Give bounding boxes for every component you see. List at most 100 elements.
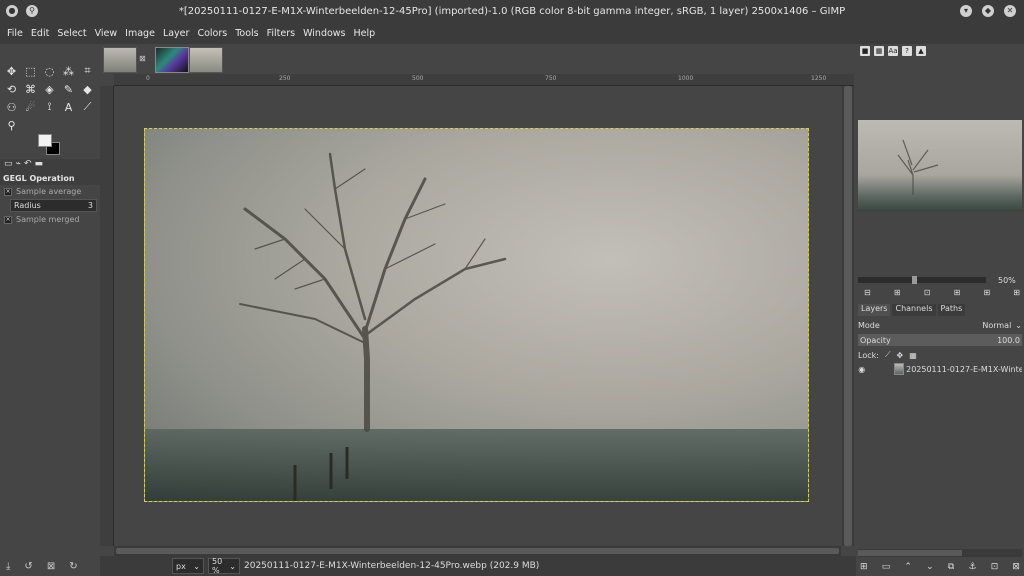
vertical-scroll-thumb[interactable]: [844, 86, 852, 546]
menu-tools[interactable]: Tools: [232, 24, 261, 44]
mode-value[interactable]: Normal: [982, 321, 1011, 330]
color-picker-tool-icon[interactable]: ⟋: [78, 98, 97, 116]
anchor-layer-icon[interactable]: ⚓: [968, 562, 976, 572]
zoom-fit-icon[interactable]: ⊞: [954, 288, 961, 297]
image-tab-3-thumbnail[interactable]: [189, 47, 223, 73]
zoom-out-icon[interactable]: ⊟: [864, 288, 871, 297]
crop-tool-icon[interactable]: ⌗: [78, 62, 97, 80]
navigation-zoom-slider[interactable]: [858, 276, 986, 284]
tab-layers[interactable]: Layers: [858, 304, 891, 316]
delete-layer-icon[interactable]: ⊠: [1012, 562, 1020, 572]
menu-select[interactable]: Select: [54, 24, 89, 44]
canvas[interactable]: [114, 86, 841, 546]
paintbrush-tool-icon[interactable]: ✎: [59, 80, 78, 98]
ruler-label: 750: [545, 75, 557, 82]
raise-layer-icon[interactable]: ⌃: [904, 562, 912, 572]
menu-image[interactable]: Image: [122, 24, 158, 44]
zoom-tool-icon[interactable]: ⚲: [2, 116, 21, 134]
restore-options-icon[interactable]: ↺: [24, 561, 32, 572]
menu-filters[interactable]: Filters: [264, 24, 298, 44]
horizontal-ruler[interactable]: 0 250 500 750 1000 1250: [114, 74, 854, 86]
zoom-in-icon[interactable]: ⊞: [894, 288, 901, 297]
image-tab-2-thumbnail[interactable]: [155, 47, 189, 73]
lock-alpha-icon[interactable]: ▦: [909, 351, 917, 360]
lock-label: Lock:: [858, 350, 879, 360]
new-layer-group-icon[interactable]: ▭: [882, 562, 891, 572]
close-icon[interactable]: ✕: [1004, 5, 1016, 17]
image-canvas-photo[interactable]: [144, 128, 809, 502]
vertical-scrollbar[interactable]: [842, 86, 854, 546]
text-tool-icon[interactable]: A: [59, 98, 78, 116]
tab-paths[interactable]: Paths: [937, 304, 966, 316]
radius-spinbox[interactable]: Radius 3: [10, 199, 97, 212]
add-mask-icon[interactable]: ⊡: [991, 562, 999, 572]
title-bar: ● ⚲ *[20250111-0127-E-M1X-Winterbeelden-…: [0, 0, 1024, 24]
sample-average-row[interactable]: × Sample average: [0, 185, 100, 198]
transform-tool-icon[interactable]: ⟲: [2, 80, 21, 98]
bucket-fill-tool-icon[interactable]: ◈: [40, 80, 59, 98]
new-layer-icon[interactable]: ⊞: [860, 562, 868, 572]
zoom-100-icon[interactable]: ⊡: [924, 288, 931, 297]
warp-tool-icon[interactable]: ⌘: [21, 80, 40, 98]
zoom-fill-icon[interactable]: ⊞: [983, 288, 990, 297]
minimize-icon[interactable]: ▾: [960, 5, 972, 17]
foreground-color-swatch[interactable]: [38, 134, 52, 147]
tool-options-title: GEGL Operation: [0, 172, 100, 185]
image-tab-close-icon[interactable]: ⊠: [139, 54, 146, 63]
menu-edit[interactable]: Edit: [28, 24, 52, 44]
image-tab-1-thumbnail[interactable]: [103, 47, 137, 73]
layers-dock-tabs: Layers Channels Paths: [856, 304, 1024, 316]
reset-options-icon[interactable]: ↻: [69, 561, 77, 572]
save-options-icon[interactable]: ⤓: [6, 561, 10, 572]
help-tab-icon[interactable]: ?: [902, 46, 912, 56]
fg-bg-colors[interactable]: [38, 134, 62, 156]
opacity-slider[interactable]: Opacity 100.0: [858, 334, 1022, 346]
menu-colors[interactable]: Colors: [194, 24, 230, 44]
images-tab-icon[interactable]: ▬: [34, 159, 43, 172]
delete-options-icon[interactable]: ⊠: [47, 561, 55, 572]
fonts-tab-icon[interactable]: Aa: [888, 46, 898, 56]
patterns-tab-icon[interactable]: ▦: [874, 46, 884, 56]
layers-list-empty-area: [858, 377, 1022, 547]
move-tool-icon[interactable]: ✥: [2, 62, 21, 80]
clone-tool-icon[interactable]: ⚇: [2, 98, 21, 116]
maximize-icon[interactable]: ◆: [982, 5, 994, 17]
menu-file[interactable]: File: [4, 24, 26, 44]
sample-average-checkbox[interactable]: ×: [4, 187, 12, 196]
device-status-tab-icon[interactable]: ⌁: [16, 159, 21, 172]
lock-pixels-icon[interactable]: ⟋: [885, 350, 891, 360]
paths-tool-icon[interactable]: ⟟: [40, 98, 59, 116]
shrink-wrap-icon[interactable]: ⊞: [1013, 288, 1020, 297]
navigation-tab-icon[interactable]: ▲: [916, 46, 926, 56]
lower-layer-icon[interactable]: ⌄: [926, 562, 934, 572]
menu-layer[interactable]: Layer: [160, 24, 193, 44]
tab-channels[interactable]: Channels: [892, 304, 936, 316]
navigation-preview[interactable]: [858, 120, 1022, 211]
sample-merged-row[interactable]: × Sample merged: [0, 213, 100, 226]
sample-merged-checkbox[interactable]: ×: [4, 215, 12, 224]
smudge-tool-icon[interactable]: ☄: [21, 98, 40, 116]
unit-select[interactable]: px ⌄: [172, 558, 204, 574]
lasso-tool-icon[interactable]: ◌: [40, 62, 59, 80]
horizontal-scroll-thumb[interactable]: [116, 548, 839, 554]
vertical-ruler[interactable]: [100, 86, 114, 546]
eraser-tool-icon[interactable]: ◆: [78, 80, 97, 98]
eye-icon[interactable]: ◉: [858, 365, 866, 374]
horizontal-scrollbar[interactable]: [114, 546, 841, 556]
zoom-select[interactable]: 50 % ⌄: [208, 557, 240, 575]
foggy-tree-image: [145, 152, 808, 501]
menu-view[interactable]: View: [92, 24, 121, 44]
toolbox-dock-tabs: ▭ ⌁ ↶ ▬: [0, 159, 100, 172]
lock-position-icon[interactable]: ✥: [897, 351, 904, 360]
layer-row[interactable]: ◉ 20250111-0127-E-M1X-Winterbeelden-12-4…: [858, 361, 1022, 377]
menu-windows[interactable]: Windows: [300, 24, 348, 44]
rect-select-tool-icon[interactable]: ⬚: [21, 62, 40, 80]
layer-mode-row[interactable]: Mode Normal ⌄: [858, 318, 1022, 332]
brushes-tab-icon[interactable]: ■: [860, 46, 870, 56]
layers-horizontal-scrollbar[interactable]: [858, 549, 1022, 557]
duplicate-layer-icon[interactable]: ⧉: [948, 562, 954, 572]
undo-history-tab-icon[interactable]: ↶: [24, 159, 32, 172]
tool-options-tab-icon[interactable]: ▭: [4, 159, 13, 172]
menu-help[interactable]: Help: [351, 24, 379, 44]
fuzzy-select-tool-icon[interactable]: ⁂: [59, 62, 78, 80]
